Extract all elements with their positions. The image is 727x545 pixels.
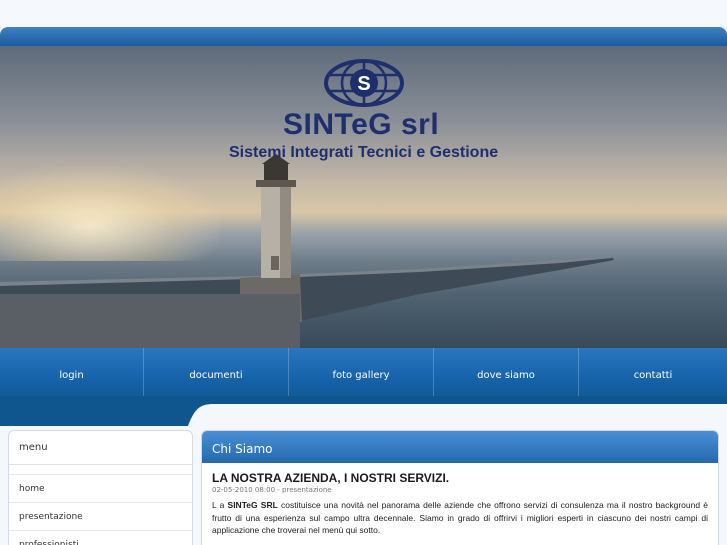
globe-s-logo-icon: S [324, 59, 404, 107]
section-title: Chi Siamo [202, 431, 718, 463]
article: LA NOSTRA AZIENDA, I NOSTRI SERVIZI. 02-… [202, 463, 718, 537]
pier-wall [0, 294, 300, 348]
article-body-prefix: L a [212, 500, 228, 510]
lighthouse-door [271, 256, 279, 270]
content-panel: Chi Siamo LA NOSTRA AZIENDA, I NOSTRI SE… [201, 430, 719, 545]
sidebar-title: menu [9, 431, 192, 465]
lighthouse-gallery [256, 180, 296, 187]
lighthouse-lantern [264, 164, 288, 180]
sidebar-item-presentazione[interactable]: presentazione [9, 503, 192, 531]
brand-tagline: Sistemi Integrati Tecnici e Gestione [229, 144, 499, 161]
lighthouse-shade [280, 186, 291, 278]
article-body: L a SINTeG SRL costituisce una novità ne… [212, 499, 708, 537]
article-body-text: costituisce una novità nel panorama dell… [212, 500, 708, 535]
article-title: LA NOSTRA AZIENDA, I NOSTRI SERVIZI. [212, 471, 450, 485]
sidebar-menu: menu home presentazione professionisti [8, 430, 193, 545]
sidebar-spacer [9, 465, 192, 475]
article-meta: 02-05-2010 08:00 - presentazione [212, 486, 332, 494]
sidebar-item-professionisti[interactable]: professionisti [9, 531, 192, 545]
sidebar-item-home[interactable]: home [9, 475, 192, 503]
top-strip [0, 0, 727, 27]
article-body-company: SINTeG SRL [227, 500, 278, 510]
nav-wave-divider [0, 396, 727, 426]
top-bar [0, 27, 727, 46]
svg-text:S: S [357, 73, 370, 95]
header-banner: S SINTeG srl Sistemi Integrati Tecnici e… [0, 46, 727, 348]
brand-name: SINTeG srl [283, 108, 440, 141]
